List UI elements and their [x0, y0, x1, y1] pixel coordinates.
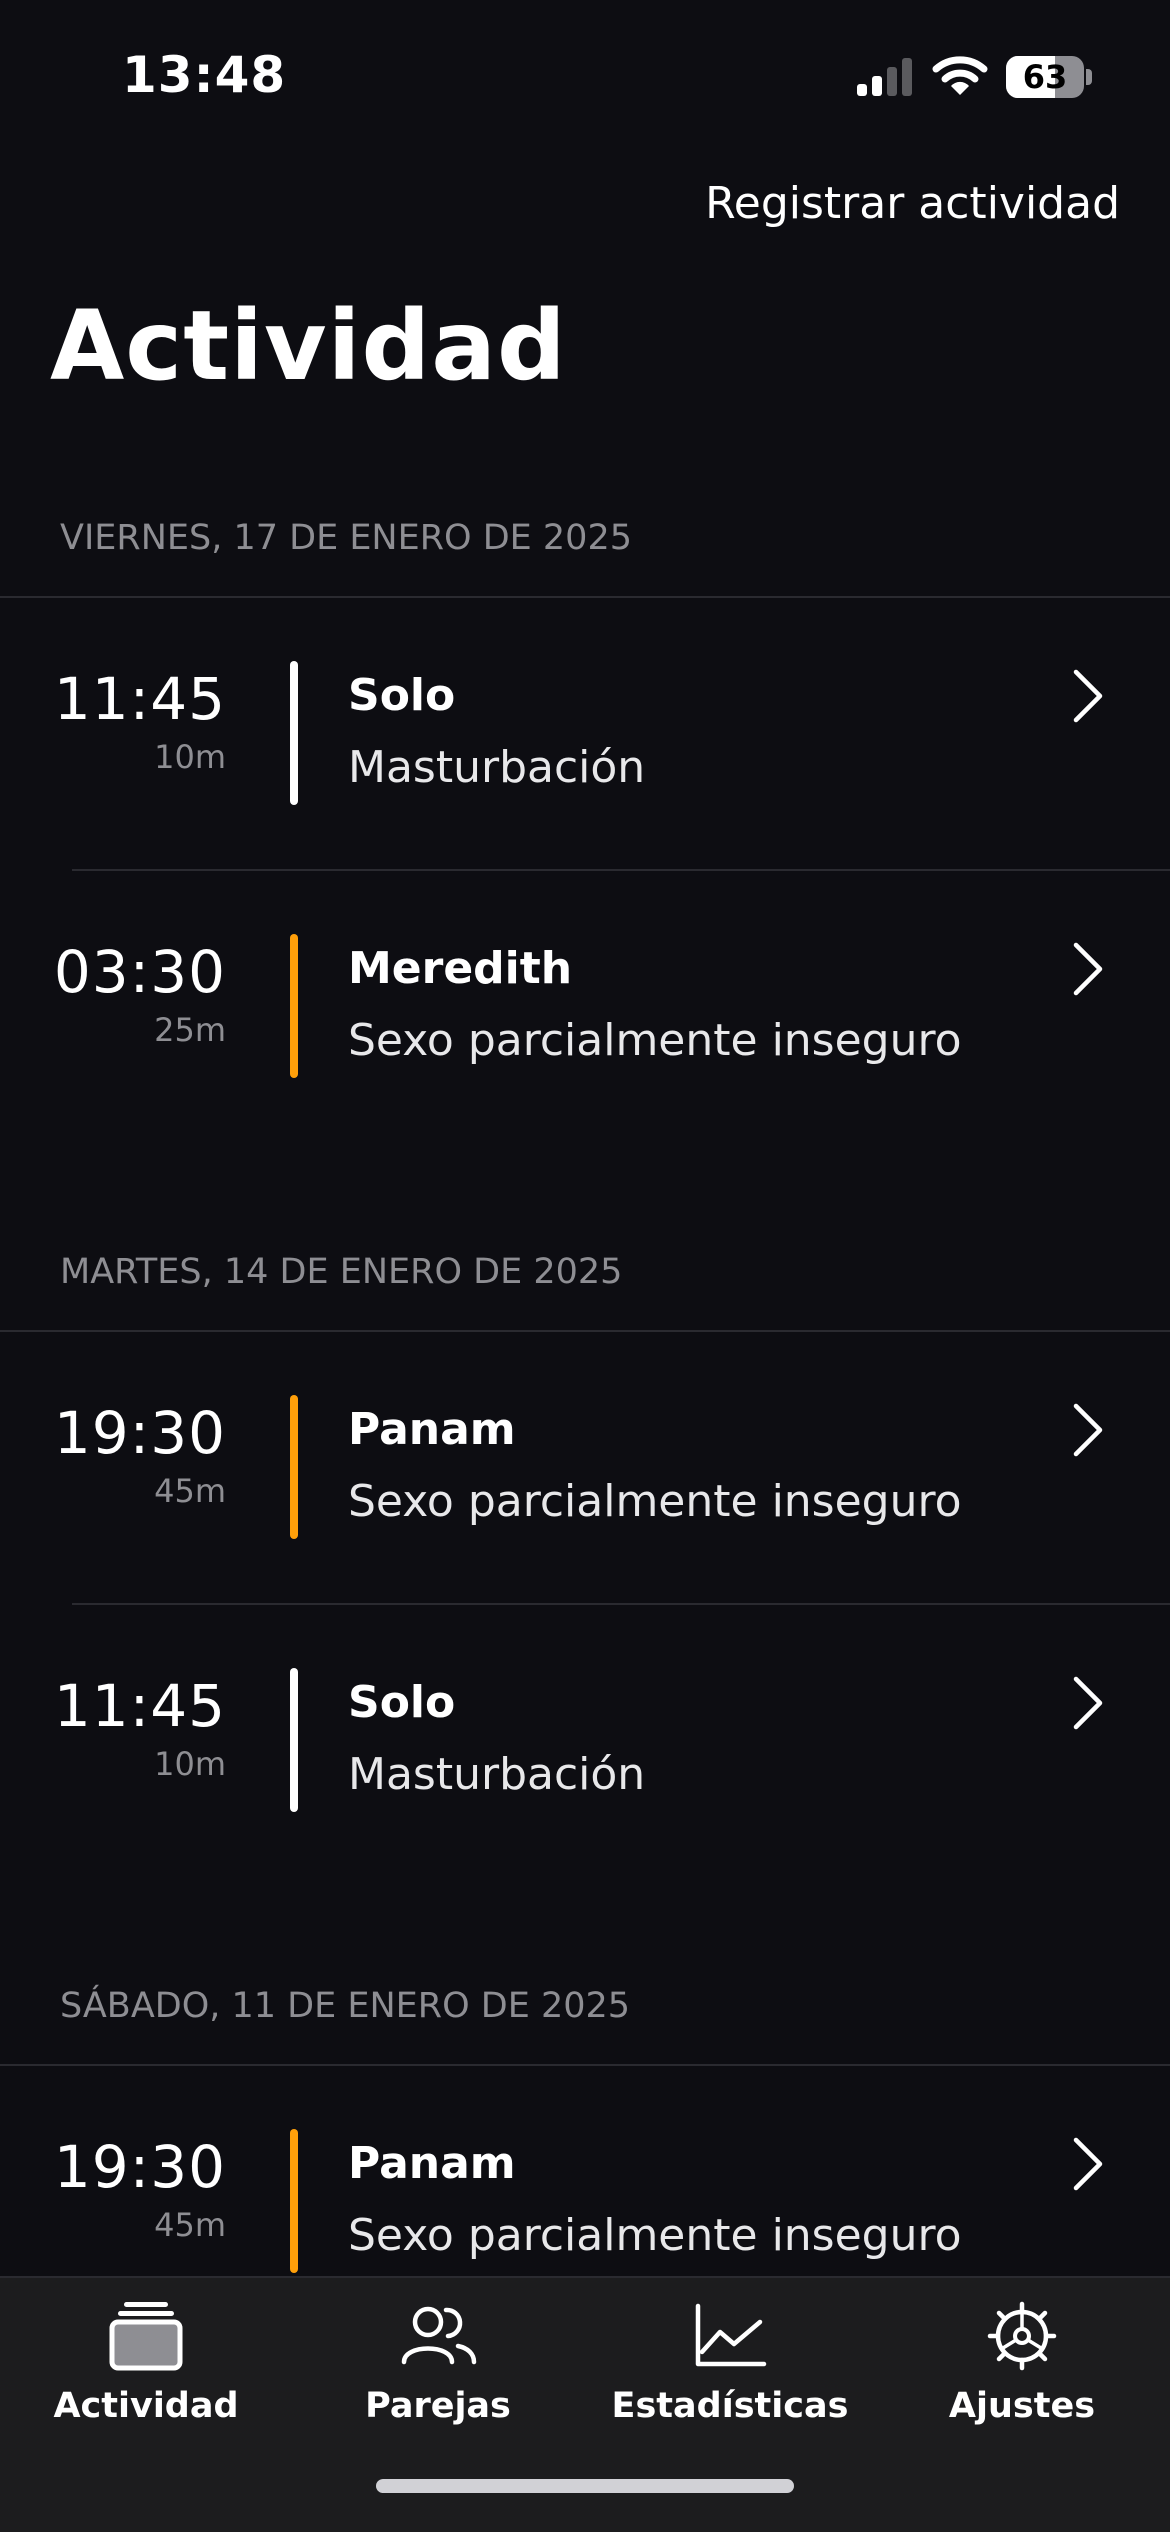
- page-title: Actividad: [50, 290, 567, 402]
- tab-ajustes[interactable]: Ajustes: [876, 2278, 1168, 2438]
- activity-duration: 45m: [154, 1472, 226, 1510]
- activity-row[interactable]: 11:45 10m Solo Masturbación: [0, 1605, 1170, 1878]
- activity-accent-bar: [290, 2129, 298, 2273]
- tab-actividad[interactable]: Actividad: [0, 2278, 292, 2438]
- activity-list: VIERNES, 17 DE ENERO DE 2025 11:45 10m S…: [0, 480, 1170, 2339]
- activity-partner: Meredith: [348, 943, 573, 994]
- chevron-right-icon: [1073, 1403, 1103, 1457]
- activity-accent-bar: [290, 934, 298, 1078]
- activity-accent-bar: [290, 661, 298, 805]
- chevron-right-icon: [1073, 942, 1103, 996]
- activity-accent-bar: [290, 1668, 298, 1812]
- wifi-icon: [932, 56, 988, 95]
- section-date-header: MARTES, 14 DE ENERO DE 2025: [0, 1214, 1170, 1332]
- activity-accent-bar: [290, 1395, 298, 1539]
- chevron-right-icon: [1073, 669, 1103, 723]
- status-bar: 13:48 63: [0, 0, 1170, 150]
- activity-partner: Panam: [348, 1404, 516, 1455]
- register-activity-button[interactable]: Registrar actividad: [705, 178, 1120, 229]
- tab-parejas[interactable]: Parejas: [292, 2278, 584, 2438]
- battery-percent: 63: [1022, 58, 1068, 96]
- activity-type: Masturbación: [348, 742, 646, 793]
- tab-estadisticas[interactable]: Estadísticas: [584, 2278, 876, 2438]
- chevron-right-icon: [1073, 1676, 1103, 1730]
- activity-type: Sexo parcialmente inseguro: [348, 1476, 962, 1527]
- activity-duration: 10m: [154, 738, 226, 776]
- activity-time: 03:30: [53, 938, 226, 1006]
- activity-type: Masturbación: [348, 1749, 646, 1800]
- activity-duration: 45m: [154, 2206, 226, 2244]
- tab-bar: Actividad Parejas Estadísticas Ajustes: [0, 2276, 1170, 2532]
- activity-time: 19:30: [53, 2133, 226, 2201]
- chevron-right-icon: [1073, 2137, 1103, 2191]
- activity-partner: Panam: [348, 2138, 516, 2189]
- activity-time: 11:45: [53, 665, 226, 733]
- battery-icon: 63: [1006, 56, 1092, 98]
- activity-duration: 10m: [154, 1745, 226, 1783]
- activity-row[interactable]: 19:30 45m Panam Sexo parcialmente insegu…: [0, 1332, 1170, 1605]
- cellular-signal-icon: [857, 58, 912, 96]
- stack-icon: [109, 2302, 183, 2371]
- tab-label: Estadísticas: [611, 2386, 849, 2426]
- activity-time: 11:45: [53, 1672, 226, 1740]
- activity-time: 19:30: [53, 1399, 226, 1467]
- section-date-header: VIERNES, 17 DE ENERO DE 2025: [0, 480, 1170, 598]
- activity-row[interactable]: 03:30 25m Meredith Sexo parcialmente ins…: [0, 871, 1170, 1144]
- home-indicator: [376, 2479, 794, 2493]
- section-date-header: SÁBADO, 11 DE ENERO DE 2025: [0, 1948, 1170, 2066]
- activity-partner: Solo: [348, 670, 456, 721]
- status-time: 13:48: [122, 46, 287, 104]
- activity-partner: Solo: [348, 1677, 456, 1728]
- activity-type: Sexo parcialmente inseguro: [348, 2210, 962, 2261]
- activity-screen: 13:48 63 Registrar actividad Actividad V…: [0, 0, 1170, 2532]
- tab-label: Ajustes: [948, 2386, 1096, 2426]
- gear-icon: [987, 2301, 1057, 2371]
- activity-duration: 25m: [154, 1011, 226, 1049]
- activity-type: Sexo parcialmente inseguro: [348, 1015, 962, 1066]
- people-icon: [401, 2306, 477, 2365]
- chart-icon: [695, 2303, 767, 2367]
- activity-row[interactable]: 11:45 10m Solo Masturbación: [0, 598, 1170, 871]
- tab-label: Actividad: [53, 2386, 239, 2426]
- tab-label: Parejas: [365, 2386, 511, 2426]
